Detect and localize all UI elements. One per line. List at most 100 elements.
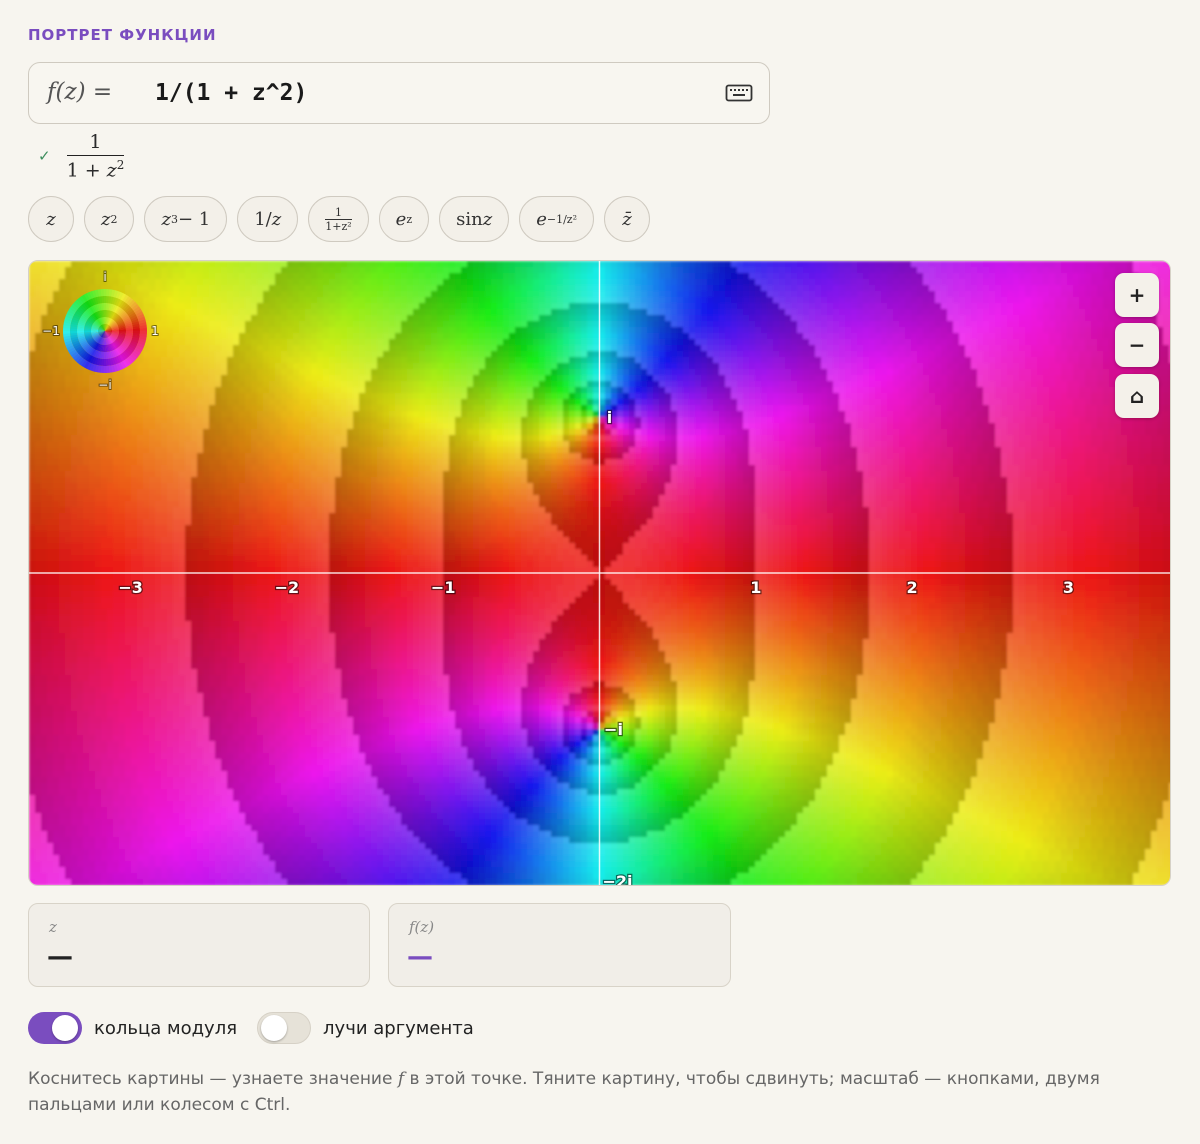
color-cell <box>785 327 792 334</box>
preset-one-over-one-plus-z2[interactable]: 1 1+z² <box>308 196 368 242</box>
color-cell <box>833 327 840 334</box>
color-cell <box>233 303 240 310</box>
color-cell <box>713 333 720 340</box>
color-cell <box>923 309 930 316</box>
domain-coloring-plot[interactable]: −3 −2 −1 1 2 3 i −i −2i i −i −1 1 + − ⌂ <box>28 260 1171 886</box>
color-cell <box>1163 315 1170 322</box>
preset-z-squared[interactable]: z2 <box>84 196 134 242</box>
keyboard-icon[interactable] <box>725 81 753 105</box>
color-cell <box>995 315 1002 322</box>
color-cell <box>449 309 456 316</box>
color-cell <box>791 291 798 298</box>
color-cell <box>395 261 402 268</box>
color-cell <box>815 345 822 352</box>
color-cell <box>311 327 318 334</box>
color-cell <box>1115 261 1122 268</box>
color-cell <box>815 333 822 340</box>
preset-conjugate[interactable]: z̄ <box>604 196 650 242</box>
color-cell <box>263 273 270 280</box>
color-cell <box>719 303 726 310</box>
color-cell <box>701 315 708 322</box>
color-cell <box>527 339 534 346</box>
color-cell <box>791 309 798 316</box>
color-cell <box>1097 279 1104 286</box>
color-cell <box>479 333 486 340</box>
color-cell <box>395 303 402 310</box>
color-cell <box>953 339 960 346</box>
color-cell <box>491 327 498 334</box>
color-cell <box>407 309 414 316</box>
color-cell <box>365 309 372 316</box>
color-cell <box>329 285 336 292</box>
color-cell <box>257 285 264 292</box>
color-cell <box>323 327 330 334</box>
color-cell <box>725 315 732 322</box>
color-cell <box>905 279 912 286</box>
color-cell <box>1019 339 1026 346</box>
color-cell <box>623 291 630 298</box>
color-cell <box>323 345 330 352</box>
color-cell <box>887 339 894 346</box>
color-cell <box>389 279 396 286</box>
color-cell <box>125 261 132 268</box>
color-cell <box>851 267 858 274</box>
preset-essential-singularity[interactable]: e −1/z² <box>519 196 594 242</box>
color-cell <box>677 279 684 286</box>
color-cell <box>419 297 426 304</box>
color-cell <box>755 279 762 286</box>
color-cell <box>713 303 720 310</box>
color-cell <box>431 273 438 280</box>
preset-reciprocal[interactable]: 1/z <box>237 196 298 242</box>
color-cell <box>281 333 288 340</box>
color-cell <box>767 309 774 316</box>
color-cell <box>587 279 594 286</box>
preset-z-cubed-minus-one[interactable]: z3 − 1 <box>144 196 227 242</box>
color-cell <box>653 315 660 322</box>
color-cell <box>617 279 624 286</box>
color-cell <box>1079 297 1086 304</box>
color-cell <box>443 279 450 286</box>
color-cell <box>845 321 852 328</box>
color-cell <box>401 321 408 328</box>
color-cell <box>233 261 240 268</box>
color-cell <box>35 279 42 286</box>
color-cell <box>731 339 738 346</box>
plot-canvas[interactable]: −3 −2 −1 1 2 3i−i−2i i−i−1 1 <box>29 261 1170 885</box>
preset-z[interactable]: z <box>28 196 74 242</box>
color-cell <box>761 345 768 352</box>
function-input-box[interactable]: f(z) = 1/(1 + z^2) <box>28 62 770 124</box>
color-cell <box>911 285 918 292</box>
color-cell <box>161 273 168 280</box>
preset-exp[interactable]: ez <box>379 196 429 242</box>
color-cell <box>737 291 744 298</box>
color-cell <box>911 297 918 304</box>
color-cell <box>347 297 354 304</box>
color-cell <box>899 333 906 340</box>
color-cell <box>461 333 468 340</box>
color-cell <box>977 279 984 286</box>
color-cell <box>659 261 666 268</box>
color-cell <box>953 309 960 316</box>
color-cell <box>353 297 360 304</box>
color-cell <box>653 339 660 346</box>
color-cell <box>689 267 696 274</box>
color-cell <box>605 297 612 304</box>
function-input-field[interactable]: 1/(1 + z^2) <box>155 80 307 106</box>
color-cell <box>545 279 552 286</box>
color-cell <box>437 339 444 346</box>
color-cell <box>245 261 252 268</box>
color-cell <box>335 345 342 352</box>
preset-sin[interactable]: sin z <box>439 196 509 242</box>
color-cell <box>269 273 276 280</box>
color-cell <box>689 261 696 268</box>
color-cell <box>779 285 786 292</box>
color-cell <box>449 261 456 268</box>
color-cell <box>749 303 756 310</box>
color-cell <box>47 339 54 346</box>
color-cell <box>89 273 96 280</box>
color-cell <box>53 291 60 298</box>
color-cell <box>449 333 456 340</box>
color-cell <box>857 285 864 292</box>
color-cell <box>383 291 390 298</box>
color-cell <box>473 279 480 286</box>
